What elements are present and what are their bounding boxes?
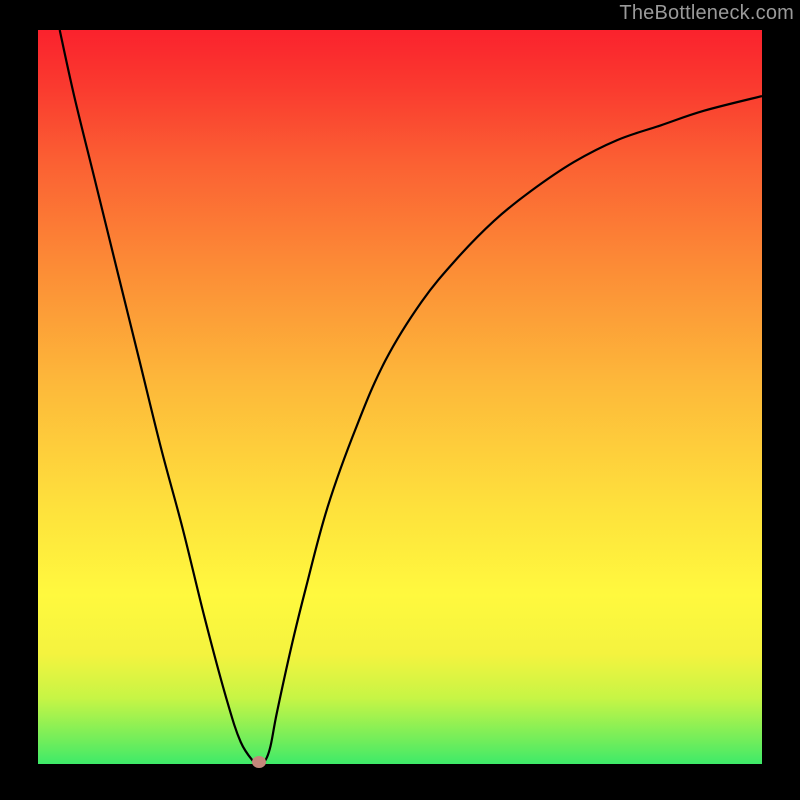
minimum-marker-dot [252,756,266,768]
bottleneck-curve [38,30,762,764]
attribution-text: TheBottleneck.com [619,2,794,25]
curve-left-limb [60,30,256,764]
chart-plot-area [38,30,762,764]
curve-right-limb [255,96,762,764]
